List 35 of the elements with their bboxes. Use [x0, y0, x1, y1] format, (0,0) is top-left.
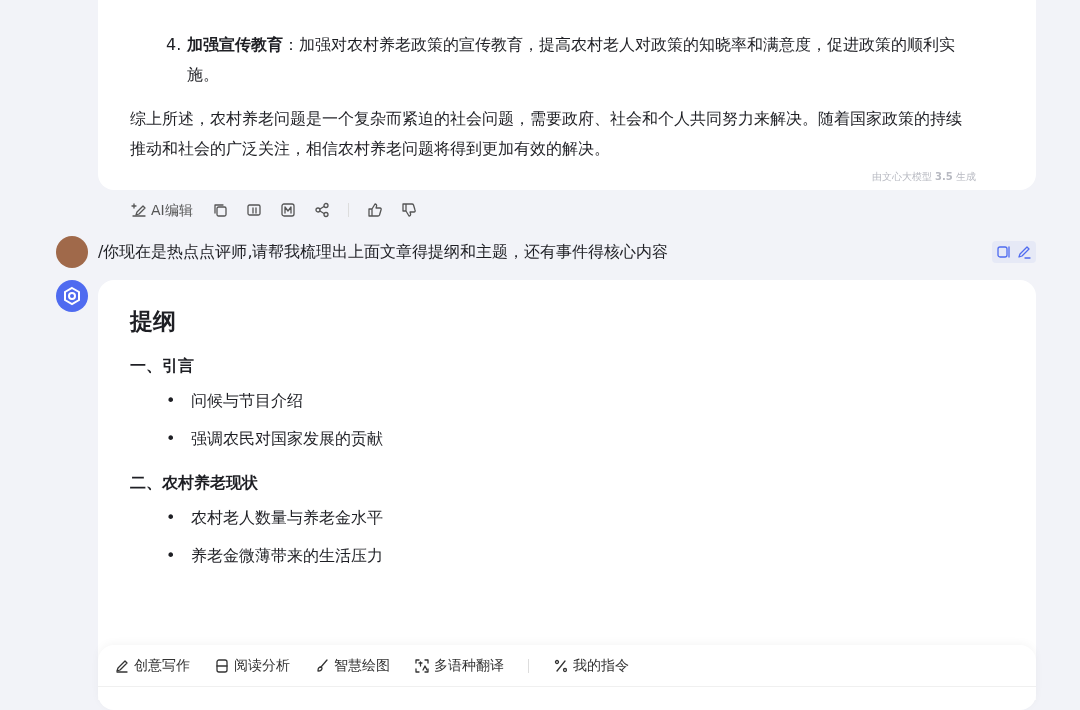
brush-icon: [314, 657, 330, 674]
user-avatar: [56, 236, 88, 268]
sparkle-pen-icon: [131, 202, 147, 218]
list-number: 4.: [166, 34, 182, 56]
my-commands-button[interactable]: 我的指令: [553, 655, 629, 676]
bullet-item: 强调农民对国家发展的贡献: [191, 427, 384, 450]
thumbs-down-icon[interactable]: [400, 202, 417, 218]
copy-icon[interactable]: [211, 202, 228, 218]
pen-tool-button[interactable]: 创意写作: [114, 655, 190, 676]
ai-edit-button[interactable]: AI编辑: [130, 198, 194, 222]
copy-icon[interactable]: [996, 244, 1012, 260]
list-text: 加强宣传教育：加强对农村养老政策的宣传教育，提高农村老人对政策的知晓率和满意度，促进政策的顺利实施。: [187, 34, 957, 86]
bullet-marker: •: [166, 427, 176, 450]
thumbs-up-icon[interactable]: [366, 202, 383, 218]
bullet-marker: •: [166, 389, 176, 412]
bullet-item: 问候与节目介绍: [191, 389, 304, 412]
bullet-item: 农村老人数量与养老金水平: [191, 506, 384, 529]
brush-tool-button[interactable]: 智慧绘图: [314, 655, 390, 676]
share-icon[interactable]: [313, 202, 330, 218]
edit-icon[interactable]: [1016, 244, 1032, 260]
translate-tool-button[interactable]: 多语种翻译: [414, 655, 504, 676]
document-icon: [214, 657, 230, 674]
translate-icon: [414, 657, 430, 674]
doc-tool-button[interactable]: 阅读分析: [214, 655, 290, 676]
bullet-marker: •: [166, 506, 176, 529]
bullet-marker: •: [166, 544, 176, 567]
summary-paragraph: 综上所述，农村养老问题是一个复杂而紧迫的社会问题，需要政府、社会和个人共同努力来解决。随着国家政策的持续推动和社会的广泛关注，相信农村养老问题将得到更加有效的解决。: [130, 108, 963, 160]
bullet-item: 养老金微薄带来的生活压力: [191, 544, 384, 567]
bot-avatar: [56, 280, 88, 312]
section-heading: 二、农村养老现状: [130, 472, 259, 492]
section-heading: 一、引言: [130, 355, 195, 375]
slash-icon: [553, 657, 569, 674]
answer-heading: 提纲: [130, 308, 177, 336]
image-icon[interactable]: [279, 202, 296, 218]
user-message: /你现在是热点点评师,请帮我梳理出上面文章得提纲和主题，还有事件得核心内容: [98, 241, 670, 263]
